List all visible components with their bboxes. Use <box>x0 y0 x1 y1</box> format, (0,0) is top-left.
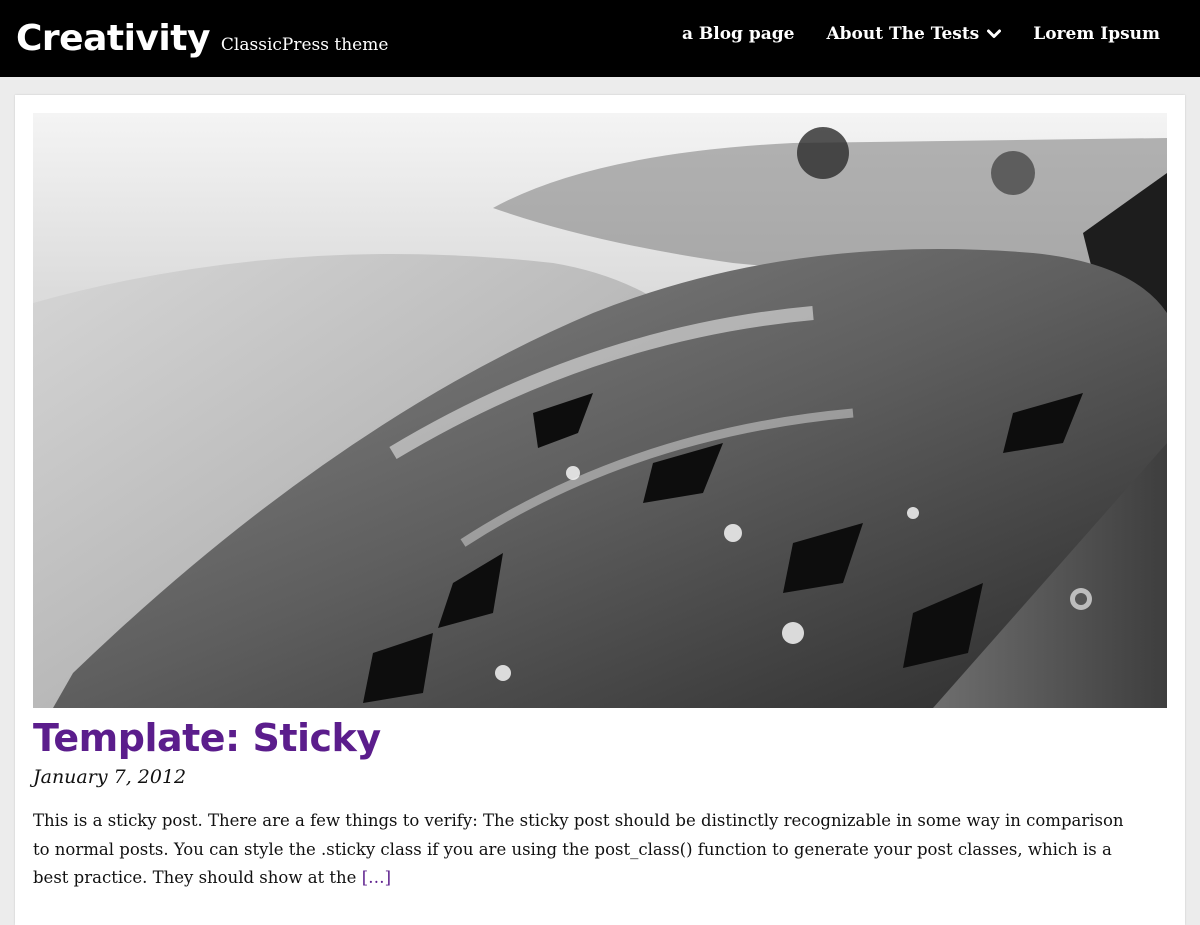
site-title-link[interactable]: Creativity <box>16 18 210 59</box>
nav-item-lorem-ipsum[interactable]: Lorem Ipsum <box>1033 24 1160 44</box>
nav-item-label: About The Tests <box>826 24 980 44</box>
nav-item-label: a Blog page <box>681 24 795 44</box>
post-excerpt-text: This is a sticky post. There are a few t… <box>33 811 1124 887</box>
site-branding: Creativity ClassicPress theme <box>0 18 388 59</box>
post-card: Template: Sticky January 7, 2012 This is… <box>15 95 1185 925</box>
featured-image[interactable] <box>33 113 1167 708</box>
post-excerpt: This is a sticky post. There are a few t… <box>33 807 1143 893</box>
read-more-link[interactable]: […] <box>362 868 391 887</box>
site-header: Creativity ClassicPress theme a Blog pag… <box>0 0 1200 77</box>
main-navigation: a Blog page About The Tests Lorem Ipsum <box>650 24 1160 44</box>
nav-item-blog-page[interactable]: a Blog page <box>682 24 795 44</box>
site-tagline: ClassicPress theme <box>220 35 389 55</box>
nav-item-about-the-tests[interactable]: About The Tests <box>826 24 1002 44</box>
post-title-link[interactable]: Template: Sticky <box>33 716 381 760</box>
nav-item-label: Lorem Ipsum <box>1033 24 1160 44</box>
post-date: January 7, 2012 <box>33 766 187 788</box>
chevron-down-icon[interactable] <box>987 29 1002 39</box>
